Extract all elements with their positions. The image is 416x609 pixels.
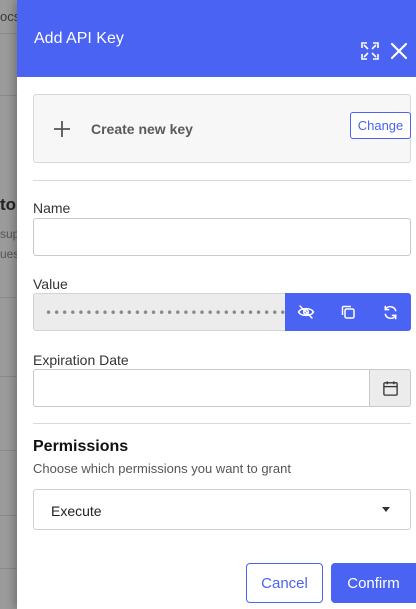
- close-button[interactable]: [388, 40, 410, 62]
- permission-select[interactable]: Execute: [33, 489, 411, 530]
- permission-selected-value: Execute: [51, 503, 102, 519]
- toggle-visibility-button[interactable]: [285, 293, 327, 331]
- divider: [33, 180, 411, 181]
- caret-down-icon: [382, 507, 390, 512]
- calendar-button[interactable]: [369, 369, 411, 407]
- value-field[interactable]: ••••••••••••••••••••••••••••••••: [33, 293, 285, 331]
- permissions-subtitle: Choose which permissions you want to gra…: [33, 461, 291, 476]
- permissions-title: Permissions: [33, 438, 129, 455]
- expand-button[interactable]: [359, 40, 381, 62]
- calendar-icon: [382, 380, 398, 396]
- plus-icon: [54, 121, 70, 137]
- copy-icon: [341, 305, 355, 319]
- add-api-key-drawer: Add API Key Create new key Change Name V…: [17, 0, 416, 609]
- close-icon: [390, 42, 408, 60]
- divider: [33, 423, 411, 424]
- regenerate-button[interactable]: [369, 293, 411, 331]
- refresh-icon: [384, 305, 396, 319]
- copy-button[interactable]: [327, 293, 369, 331]
- name-input[interactable]: [33, 218, 411, 256]
- cancel-button[interactable]: Cancel: [246, 563, 323, 603]
- confirm-button[interactable]: Confirm: [331, 563, 416, 603]
- expand-icon: [361, 42, 379, 60]
- expiration-date-input[interactable]: [33, 369, 369, 407]
- drawer-header: Add API Key: [17, 0, 416, 77]
- change-button[interactable]: Change: [350, 112, 411, 139]
- eye-off-icon: [297, 305, 315, 319]
- masked-value: ••••••••••••••••••••••••••••••••: [45, 306, 285, 320]
- drawer-title: Add API Key: [34, 29, 124, 47]
- value-label: Value: [33, 276, 68, 292]
- name-label: Name: [33, 200, 71, 216]
- create-key-panel: Create new key Change: [33, 94, 411, 163]
- expiration-label: Expiration Date: [33, 352, 129, 368]
- create-key-label: Create new key: [91, 121, 193, 137]
